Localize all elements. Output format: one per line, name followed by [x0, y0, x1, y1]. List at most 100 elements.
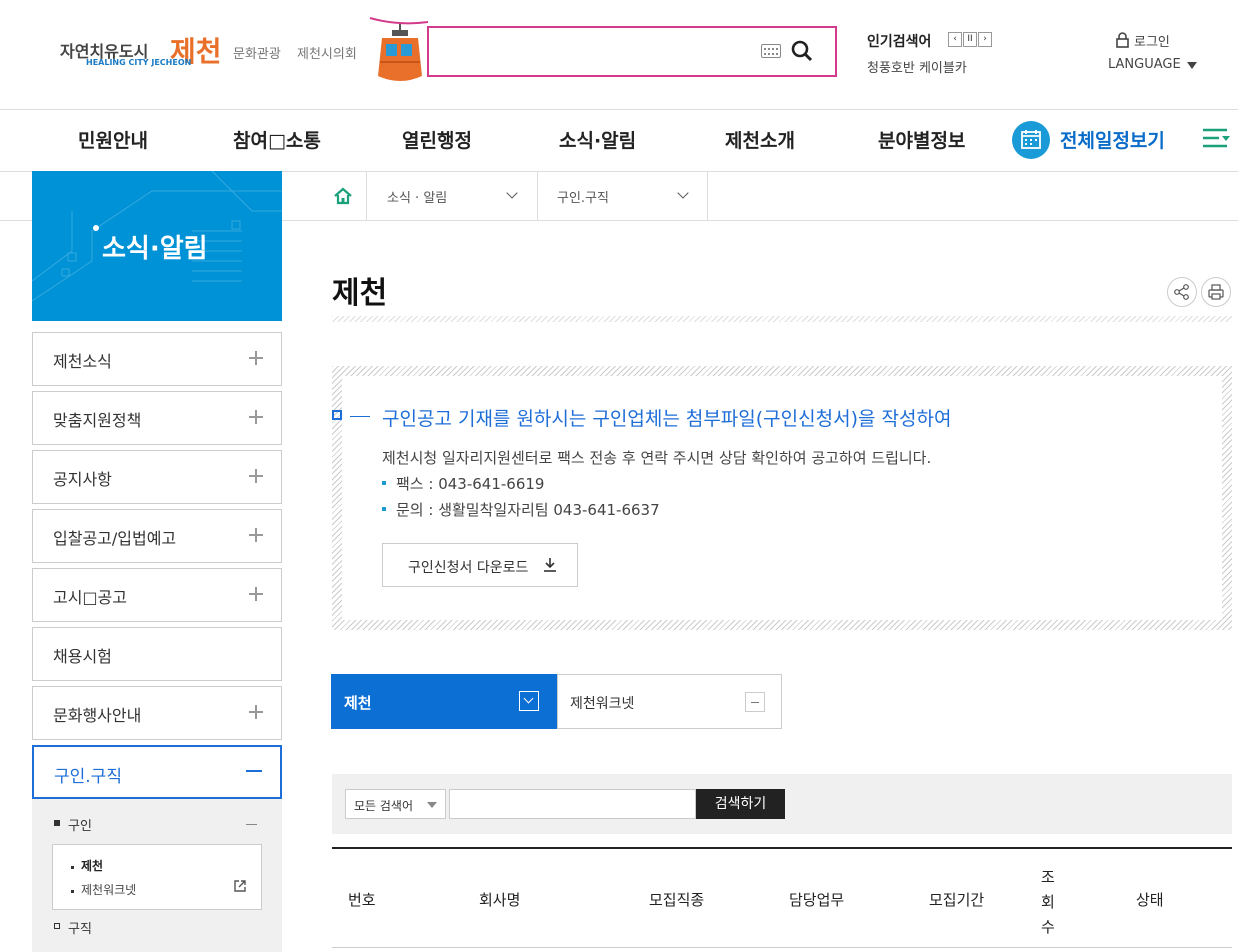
tab-jecheon[interactable]: 제천 [331, 674, 557, 729]
gnb-open-admin[interactable]: 열린행정 [402, 126, 472, 153]
side-item-recruitment-exam[interactable]: 채용시험 [32, 627, 282, 681]
keyboard-icon[interactable] [761, 44, 781, 58]
plus-icon[interactable] [249, 469, 263, 483]
language-selector[interactable]: LANGUAGE [1108, 57, 1181, 72]
submenu-job-seeking[interactable]: 구직 [68, 918, 92, 937]
side-item-label: 입찰공고/입법예고 [53, 529, 177, 548]
download-label: 구인신청서 다운로드 [408, 560, 529, 576]
submenu-jecheon[interactable]: 제천 [81, 857, 103, 874]
col-company: 회사명 [479, 891, 521, 909]
print-button[interactable] [1201, 277, 1231, 307]
side-title: 소식·알림 [102, 234, 208, 264]
side-item-label: 채용시험 [53, 647, 112, 666]
select-value: 모든 검색어 [354, 799, 414, 813]
gnb-news[interactable]: 소식·알림 [559, 126, 636, 153]
side-item-culture-events[interactable]: 문화행사안내 [32, 686, 282, 740]
prev-keyword-button[interactable]: ‹ [948, 32, 962, 47]
popular-keywords-title: 인기검색어 [867, 34, 932, 50]
login-link[interactable]: 로그인 [1134, 31, 1170, 50]
side-item-label: 제천소식 [53, 352, 112, 371]
plus-icon[interactable] [249, 528, 263, 542]
download-application-button[interactable]: 구인신청서 다운로드 [382, 543, 578, 587]
search-icon[interactable] [791, 40, 813, 62]
tab-worknet[interactable]: 제천워크넷 [557, 674, 782, 729]
culture-tour-link[interactable]: 문화관광 [233, 43, 281, 62]
title-divider [332, 316, 1232, 322]
gnb-participation[interactable]: 참여□소통 [233, 126, 321, 153]
bullet-icon [71, 866, 74, 869]
search-button[interactable]: 검색하기 [696, 789, 785, 819]
chevron-down-icon[interactable] [1187, 62, 1197, 69]
city-council-link[interactable]: 제천시의회 [297, 43, 357, 62]
col-job-type: 모집직종 [649, 891, 705, 909]
tab-label: 제천워크넷 [570, 696, 635, 712]
gnb-about[interactable]: 제천소개 [725, 126, 795, 153]
side-banner: 소식·알림 [32, 171, 282, 321]
keyword-input[interactable] [449, 789, 696, 819]
menu-icon[interactable] [1203, 127, 1231, 151]
breadcrumb-divider [366, 171, 367, 220]
side-item-label: 구인.구직 [54, 767, 122, 787]
notice-fax: 팩스 : 043-641-6619 [396, 475, 545, 493]
side-item-label: 문화행사안내 [53, 706, 142, 725]
site-logo[interactable]: 자연치유도시 제천 HEALING CITY JECHEON [60, 30, 222, 74]
chevron-down-icon[interactable] [677, 187, 689, 199]
side-item-bids[interactable]: 입찰공고/입법예고 [32, 509, 282, 563]
side-item-label: 공지사항 [53, 470, 112, 489]
search-input[interactable] [439, 38, 739, 66]
breadcrumb-divider [537, 171, 538, 220]
breadcrumb-level1[interactable]: 소식 · 알림 [387, 187, 447, 206]
side-item-announcements[interactable]: 공지사항 [32, 450, 282, 504]
col-duty: 담당업무 [789, 891, 845, 909]
side-item-jobs[interactable]: 구인.구직 [32, 745, 282, 799]
gnb-civil-service[interactable]: 민원안내 [78, 126, 148, 153]
page-title: 제천 [332, 276, 388, 311]
print-icon [1208, 284, 1224, 300]
minus-icon[interactable] [246, 770, 262, 772]
full-schedule-link[interactable]: 전체일정보기 [1060, 126, 1165, 153]
breadcrumb-divider [707, 171, 708, 220]
side-submenu: 구인 제천 제천워크넷 구직 [32, 799, 282, 952]
chevron-down-icon[interactable] [519, 691, 539, 711]
side-item-support-policy[interactable]: 맞춤지원정책 [32, 391, 282, 445]
plus-icon[interactable] [249, 351, 263, 365]
col-status: 상태 [1136, 891, 1164, 909]
share-button[interactable] [1167, 277, 1197, 307]
main-navigation: 민원안내 참여□소통 열린행정 소식·알림 제천소개 분야별정보 전체일정보기 [0, 110, 1238, 172]
chevron-down-icon[interactable] [506, 187, 518, 199]
submenu-hiring[interactable]: 구인 [68, 815, 92, 834]
submenu-worknet[interactable]: 제천워크넷 [81, 881, 136, 898]
minus-icon[interactable] [745, 692, 765, 712]
col-number: 번호 [348, 891, 376, 909]
col-period: 모집기간 [929, 891, 985, 909]
plus-icon[interactable] [249, 410, 263, 424]
notice-body: 제천시청 일자리지원센터로 팩스 전송 후 연락 주시면 상담 확인하여 공고하… [382, 449, 932, 467]
side-item-notices[interactable]: 고시□공고 [32, 568, 282, 622]
logo-english: HEALING CITY JECHEON [86, 58, 192, 67]
breadcrumb-level2[interactable]: 구인.구직 [557, 187, 609, 206]
bullet-icon [71, 890, 74, 893]
search-field-select[interactable]: 모든 검색어 [345, 789, 446, 819]
notice-contact: 문의 : 생활밀착일자리팀 043-641-6637 [396, 501, 660, 519]
cable-car-icon [369, 17, 429, 81]
square-bullet-icon [332, 410, 342, 420]
share-icon [1174, 284, 1189, 300]
next-keyword-button[interactable]: › [978, 32, 992, 47]
submenu-box: 제천 제천워크넷 [52, 844, 262, 910]
external-link-icon[interactable] [233, 879, 247, 893]
gnb-field-info[interactable]: 분야별정보 [878, 126, 965, 153]
home-icon[interactable] [333, 187, 353, 205]
popular-keyword[interactable]: 청풍호반 케이블카 [867, 57, 967, 76]
side-item-jecheon-news[interactable]: 제천소식 [32, 332, 282, 386]
tab-label: 제천 [344, 694, 372, 712]
bullet-icon [382, 481, 386, 485]
bullet-icon [54, 923, 60, 929]
plus-icon[interactable] [249, 587, 263, 601]
search-box[interactable] [427, 26, 837, 77]
minus-icon[interactable] [246, 824, 257, 825]
lock-icon [1116, 32, 1129, 48]
site-header: 자연치유도시 제천 HEALING CITY JECHEON 문화관광 제천시의… [0, 0, 1238, 110]
calendar-icon[interactable] [1012, 121, 1050, 159]
plus-icon[interactable] [249, 705, 263, 719]
pause-keyword-button[interactable]: II [963, 32, 977, 47]
